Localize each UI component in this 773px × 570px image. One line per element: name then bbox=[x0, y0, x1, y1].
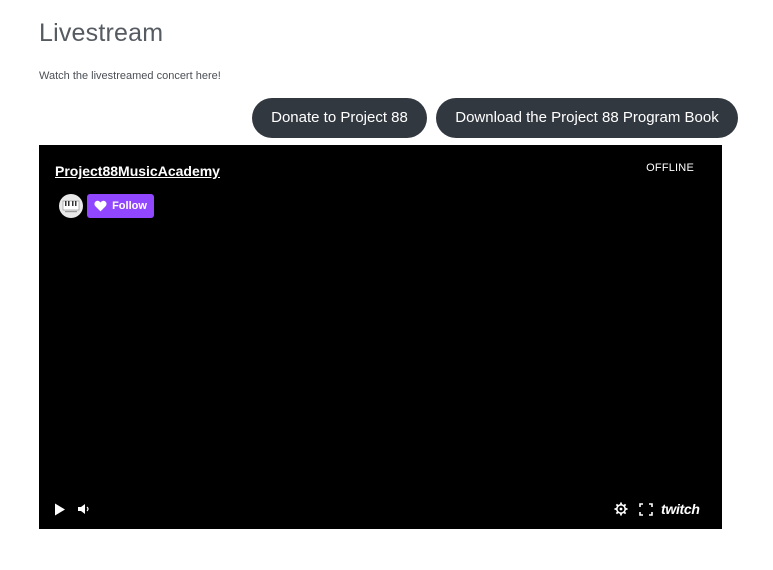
fullscreen-icon bbox=[639, 502, 653, 516]
twitch-logo[interactable]: twitch bbox=[661, 500, 711, 518]
video-player[interactable]: Project88MusicAcademy OFFLINE Follow twi… bbox=[39, 145, 722, 529]
play-icon bbox=[55, 503, 65, 515]
channel-avatar[interactable] bbox=[59, 194, 83, 218]
follow-label: Follow bbox=[112, 200, 147, 212]
heart-icon bbox=[94, 200, 107, 212]
page-subtitle: Watch the livestreamed concert here! bbox=[39, 70, 221, 82]
donate-button[interactable]: Donate to Project 88 bbox=[252, 98, 427, 138]
settings-button[interactable] bbox=[613, 500, 629, 518]
page-title: Livestream bbox=[39, 19, 164, 47]
fullscreen-button[interactable] bbox=[637, 500, 655, 518]
download-program-book-button[interactable]: Download the Project 88 Program Book bbox=[436, 98, 738, 138]
offline-status: OFFLINE bbox=[646, 162, 694, 174]
follow-button[interactable]: Follow bbox=[87, 194, 154, 218]
play-button[interactable] bbox=[52, 500, 68, 518]
volume-button[interactable] bbox=[75, 500, 91, 518]
settings-icon bbox=[614, 502, 628, 516]
channel-name-link[interactable]: Project88MusicAcademy bbox=[55, 163, 220, 179]
volume-icon bbox=[77, 504, 89, 514]
piano-logo-icon bbox=[62, 200, 80, 213]
